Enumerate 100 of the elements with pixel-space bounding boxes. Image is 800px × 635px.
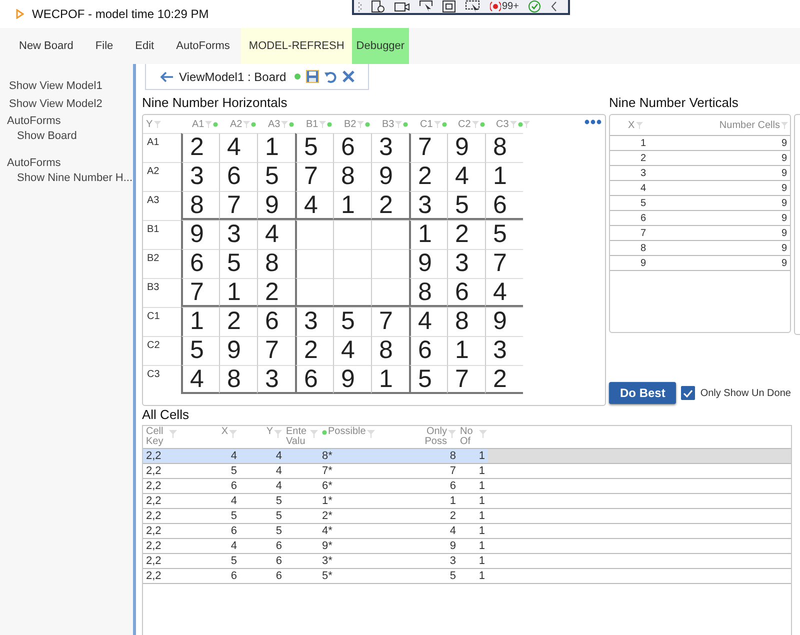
number-cell[interactable]: 8 (333, 162, 371, 191)
number-cell[interactable]: 6 (409, 336, 447, 365)
number-cell[interactable]: 3 (181, 162, 219, 191)
column-header[interactable]: Ente Valu (286, 427, 309, 447)
number-cell[interactable]: 2 (219, 307, 257, 336)
column-header[interactable]: Cell Key (146, 427, 168, 447)
column-header[interactable]: Y (266, 427, 273, 437)
table-row[interactable]: 2,2 5 4 7* 7 1 (143, 464, 791, 479)
column-header[interactable]: B3 (382, 118, 394, 130)
menu-item[interactable]: MODEL-REFRESH (240, 28, 352, 64)
number-cell[interactable]: 9 (181, 220, 219, 249)
sidebar-item[interactable]: Show View Model1 (0, 78, 133, 94)
number-cell[interactable]: 4 (219, 133, 257, 162)
number-cell[interactable]: 4 (295, 191, 333, 220)
column-header[interactable]: C3 (496, 118, 509, 130)
sidebar-item[interactable]: Show Nine Number H... (0, 170, 133, 186)
column-header[interactable]: A3 (268, 118, 280, 130)
number-cell[interactable]: 2 (257, 278, 295, 307)
number-cell[interactable]: 8 (181, 191, 219, 220)
number-cell[interactable]: 3 (485, 336, 523, 365)
table-row[interactable]: 2,2 4 6 9* 9 1 (143, 539, 791, 554)
table-row[interactable]: 2,2 4 4 8* 8 1 (143, 449, 791, 464)
number-cell[interactable]: 2 (181, 133, 219, 162)
number-cell[interactable]: 2 (295, 336, 333, 365)
column-header[interactable]: C2 (458, 118, 471, 130)
number-cell[interactable]: 2 (485, 365, 523, 394)
number-cell[interactable]: 2 (371, 191, 409, 220)
number-cell[interactable]: 6 (219, 162, 257, 191)
number-cell[interactable]: 5 (295, 133, 333, 162)
number-cell[interactable]: 6 (485, 191, 523, 220)
table-row[interactable]: 2,2 6 4 6* 6 1 (143, 479, 791, 494)
number-cell[interactable]: 2 (409, 162, 447, 191)
number-cell[interactable]: 9 (485, 307, 523, 336)
number-cell[interactable]: 9 (219, 336, 257, 365)
number-cell[interactable]: 5 (447, 191, 485, 220)
number-cell[interactable]: 5 (485, 220, 523, 249)
number-cell[interactable]: 4 (485, 278, 523, 307)
number-cell[interactable]: 8 (409, 278, 447, 307)
table-row[interactable]: 2,2 6 6 5* 5 1 (143, 569, 791, 584)
number-cell[interactable]: 9 (371, 162, 409, 191)
number-cell[interactable]: 4 (181, 365, 219, 394)
number-cell[interactable]: 4 (409, 307, 447, 336)
number-cell[interactable]: 3 (219, 220, 257, 249)
number-cell[interactable]: 1 (409, 220, 447, 249)
number-cell[interactable]: 9 (333, 365, 371, 394)
number-cell[interactable]: 3 (447, 249, 485, 278)
number-cell[interactable]: 7 (447, 365, 485, 394)
column-header[interactable]: Number Cells (719, 120, 780, 130)
do-best-button[interactable]: Do Best (609, 382, 676, 404)
number-cell[interactable]: 8 (485, 133, 523, 162)
number-cell[interactable]: 1 (447, 336, 485, 365)
number-cell[interactable]: 8 (257, 249, 295, 278)
column-header[interactable]: Possible (328, 427, 366, 437)
number-cell[interactable]: 3 (371, 133, 409, 162)
number-cell[interactable]: 7 (257, 336, 295, 365)
number-cell[interactable]: 6 (257, 307, 295, 336)
column-header[interactable]: B2 (344, 118, 356, 130)
table-row[interactable]: 2,2 5 5 2* 2 1 (143, 509, 791, 524)
column-header[interactable]: Only Poss (423, 427, 447, 447)
number-cell[interactable]: 1 (219, 278, 257, 307)
number-cell[interactable]: 3 (295, 307, 333, 336)
menu-item[interactable]: AutoForms (165, 28, 241, 64)
number-cell[interactable]: 5 (409, 365, 447, 394)
number-cell[interactable]: 7 (181, 278, 219, 307)
column-header[interactable]: No Of (460, 427, 478, 447)
menu-item[interactable]: Debugger (352, 28, 409, 64)
number-cell[interactable]: 1 (485, 162, 523, 191)
column-header[interactable]: Y (146, 118, 153, 130)
number-cell[interactable]: 6 (295, 365, 333, 394)
sidebar-item[interactable]: Show Board (0, 128, 133, 144)
column-header[interactable]: A1 (192, 118, 204, 130)
number-cell[interactable]: 9 (409, 249, 447, 278)
column-header[interactable]: A2 (230, 118, 242, 130)
number-cell[interactable]: 7 (371, 307, 409, 336)
number-cell[interactable]: 8 (219, 365, 257, 394)
column-header[interactable]: B1 (306, 118, 318, 130)
sidebar-group[interactable]: AutoForms (0, 114, 133, 128)
number-cell[interactable]: 1 (333, 191, 371, 220)
number-cell[interactable]: 4 (447, 162, 485, 191)
menu-item[interactable]: File (84, 28, 124, 64)
number-cell[interactable]: 1 (371, 365, 409, 394)
number-cell[interactable]: 5 (257, 162, 295, 191)
number-cell[interactable]: 7 (485, 249, 523, 278)
number-cell[interactable]: 5 (333, 307, 371, 336)
number-cell[interactable]: 6 (333, 133, 371, 162)
table-row[interactable]: 2,2 4 5 1* 1 1 (143, 494, 791, 509)
number-cell[interactable]: 1 (257, 133, 295, 162)
sidebar-group[interactable]: AutoForms (0, 156, 133, 170)
number-cell[interactable]: 1 (181, 307, 219, 336)
number-cell[interactable]: 3 (409, 191, 447, 220)
table-row[interactable]: 2,2 6 5 4* 4 1 (143, 524, 791, 539)
menu-item[interactable]: New Board (8, 28, 84, 64)
number-cell[interactable]: 6 (181, 249, 219, 278)
sidebar-item[interactable]: Show View Model2 (0, 96, 133, 112)
number-cell[interactable]: 9 (447, 133, 485, 162)
number-cell[interactable]: 4 (257, 220, 295, 249)
number-cell[interactable]: 8 (447, 307, 485, 336)
column-header[interactable]: X (628, 120, 635, 130)
number-cell[interactable]: 5 (181, 336, 219, 365)
number-cell[interactable]: 7 (219, 191, 257, 220)
